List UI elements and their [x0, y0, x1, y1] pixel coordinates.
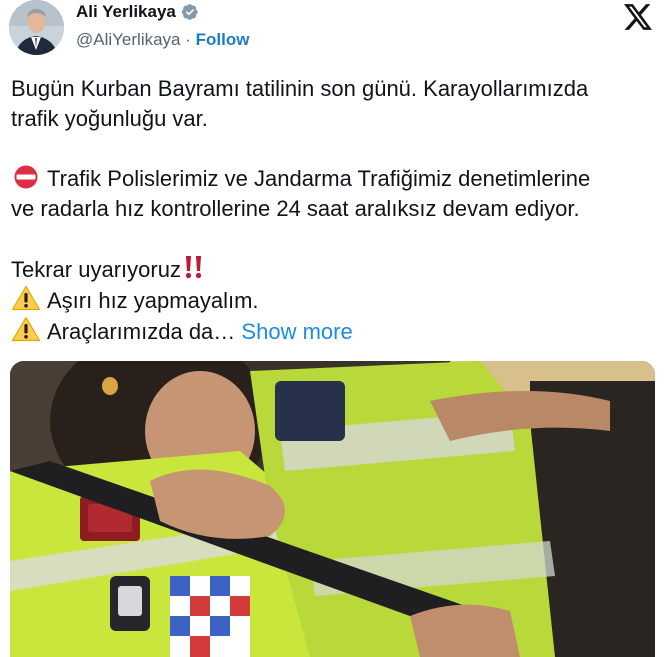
- tweet-line-text: Trafik Polislerimiz ve Jandarma Trafiğim…: [47, 166, 591, 191]
- tweet-line: Tekrar uyarıyoruz: [11, 254, 661, 285]
- tweet-text: Bugün Kurban Bayramı tatilinin son günü.…: [11, 74, 661, 347]
- warning-emoji-icon: [11, 316, 41, 342]
- author-name[interactable]: Ali Yerlikaya: [76, 2, 176, 22]
- tweet-line-text: Aşırı hız yapmayalım.: [47, 288, 259, 313]
- show-more-link[interactable]: Show more: [241, 319, 352, 344]
- tweet-header: Ali Yerlikaya @AliYerlikaya · Follow: [0, 0, 667, 60]
- tweet-line-text: Araçlarımızda da…: [47, 319, 236, 344]
- verified-badge-icon: [181, 4, 198, 20]
- name-row: Ali Yerlikaya: [76, 2, 199, 22]
- no-entry-emoji-icon: [14, 165, 38, 189]
- warning-emoji-icon: [11, 285, 41, 311]
- tweet-line: Araçlarımızda da… Show more: [11, 316, 661, 347]
- follow-button[interactable]: Follow: [196, 30, 250, 49]
- tweet-line: Bugün Kurban Bayramı tatilinin son günü.…: [11, 76, 589, 101]
- tweet-line: ve radarla hız kontrollerine 24 saat ara…: [11, 196, 580, 221]
- tweet-line: Aşırı hız yapmayalım.: [11, 285, 661, 316]
- tweet-line-text: Tekrar uyarıyoruz: [11, 257, 181, 282]
- x-logo-icon[interactable]: [624, 4, 652, 30]
- tweet-line: trafik yoğunluğu var.: [11, 106, 208, 131]
- separator-dot: ·: [185, 30, 191, 49]
- tweet-video[interactable]: [10, 361, 655, 657]
- video-frame: [10, 361, 655, 657]
- tweet-line: Trafik Polislerimiz ve Jandarma Trafiğim…: [11, 164, 661, 194]
- author-handle[interactable]: @AliYerlikaya: [76, 30, 181, 49]
- handle-row: @AliYerlikaya · Follow: [76, 30, 249, 50]
- avatar[interactable]: [9, 0, 64, 55]
- double-exclamation-emoji-icon: [185, 256, 202, 279]
